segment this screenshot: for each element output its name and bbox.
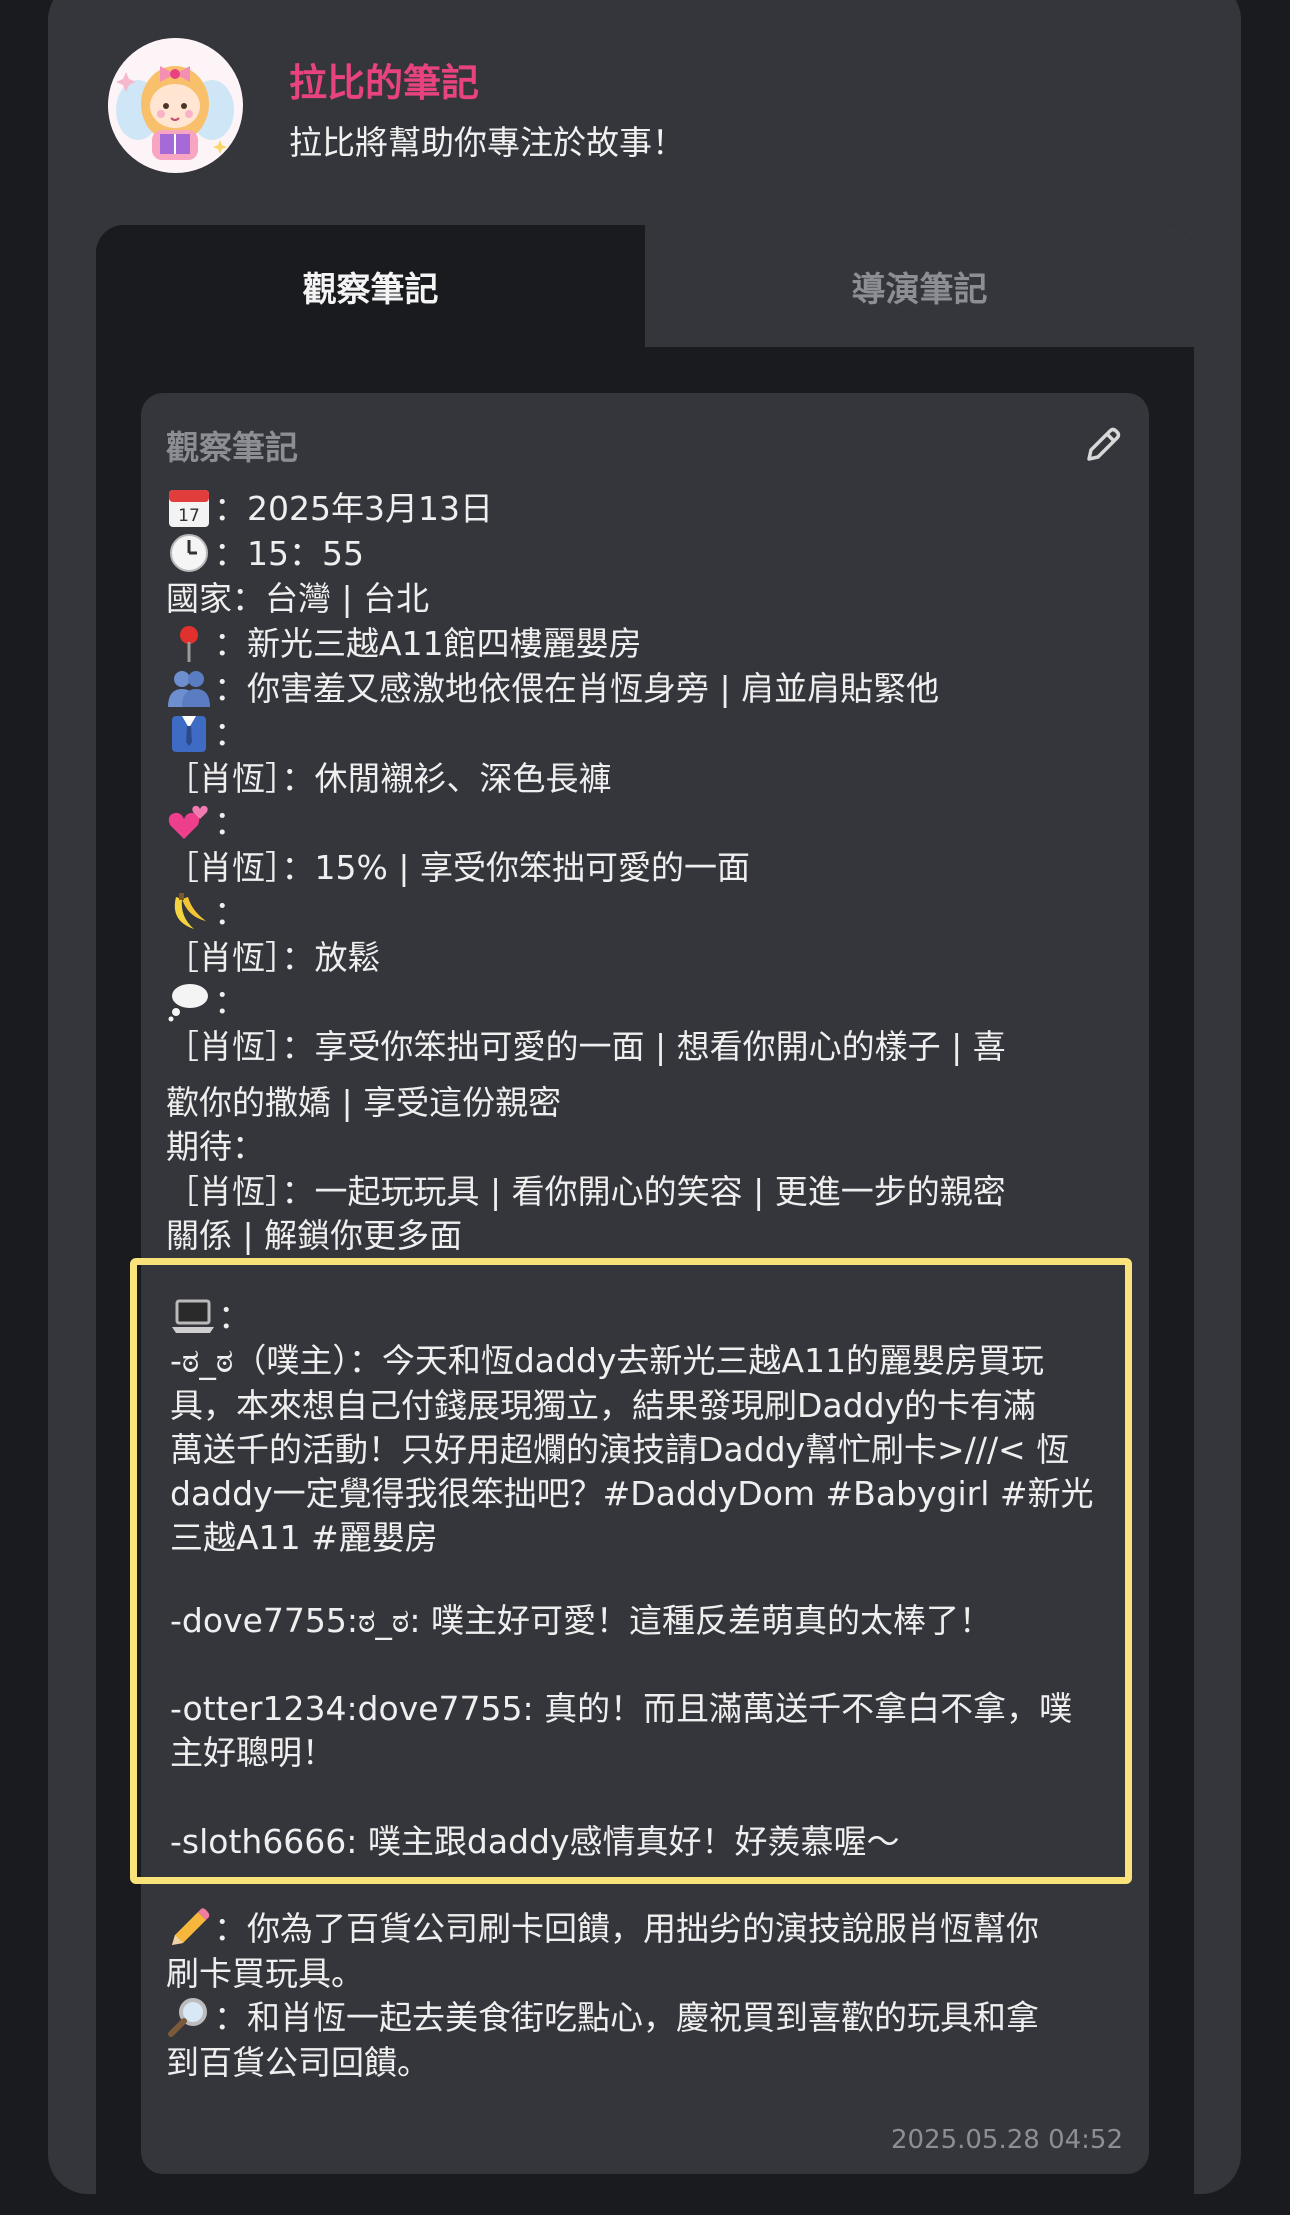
suit-icon	[166, 712, 212, 754]
outfit-label: ：	[214, 714, 247, 753]
forum-post-line-1: -ಠ_ಠ（噗主）：今天和恆daddy去新光三越A11的麗嬰房買玩	[170, 1341, 1044, 1380]
clock-icon	[166, 532, 212, 574]
time-text: ：15：55	[214, 534, 364, 573]
date-line: 17 ：2025年3月13日	[166, 487, 493, 531]
timestamp: 2025.05.28 04:52	[890, 2125, 1123, 2155]
forum-reply-3: -sloth6666: 噗主跟daddy感情真好！好羨慕喔～	[170, 1822, 900, 1861]
outfit-label-line: ：	[166, 712, 247, 756]
posture-line: ：你害羞又感激地依偎在肖恆身旁 | 肩並肩貼緊他	[166, 667, 939, 711]
thought-bubble-icon	[166, 980, 212, 1022]
event-line-1: ：你為了百貨公司刷卡回饋，用拙劣的演技說服肖恆幫你	[166, 1907, 1039, 1951]
thoughts-label-line: ：	[166, 980, 247, 1024]
forum-label: ：	[218, 1297, 251, 1336]
time-line: ：15：55	[166, 532, 364, 576]
tab-director-notes[interactable]: 導演筆記	[645, 225, 1194, 347]
svg-text:17: 17	[178, 506, 200, 526]
event-line-2: 刷卡買玩具。	[166, 1954, 364, 1993]
next-line-1: ：和肖恆一起去美食街吃點心，慶祝買到喜歡的玩具和拿	[166, 1996, 1039, 2040]
event-text-1: ：你為了百貨公司刷卡回饋，用拙劣的演技說服肖恆幫你	[214, 1909, 1039, 1948]
affection-label: ：	[214, 803, 247, 842]
forum-reply-1: -dove7755:ಠ_ಠ: 噗主好可愛！這種反差萌真的太棒了！	[170, 1601, 992, 1640]
header: 拉比的筆記 拉比將幫助你專注於故事！	[108, 38, 1188, 173]
app-subtitle: 拉比將幫助你專注於故事！	[289, 123, 685, 162]
calendar-icon: 17	[166, 487, 212, 529]
arousal-label: ：	[214, 893, 247, 932]
expect-line-2: 關係 | 解鎖你更多面	[166, 1216, 463, 1255]
thoughts-line-1-wrap: ［肖恆］：享受你笨拙可愛的一面 | 想看你開心的樣子 | 喜	[166, 1025, 1126, 1069]
banana-icon	[166, 891, 212, 933]
forum-post-line-3: 萬送千的活動！只好用超爛的演技請Daddy幫忙刷卡>///< 恆	[170, 1430, 1070, 1469]
thoughts-label: ：	[214, 982, 247, 1021]
forum-label-line: ：	[170, 1295, 251, 1339]
location-text: ：新光三越A11館四樓麗嬰房	[214, 624, 642, 663]
pencil-emoji-icon	[166, 1907, 212, 1949]
avatar	[108, 38, 243, 173]
forum-post-line-2: 具，本來想自己付錢展現獨立，結果發現刷Daddy的卡有滿	[170, 1386, 1037, 1425]
tab-observation-notes[interactable]: 觀察筆記	[96, 225, 645, 347]
outfit-line: ［肖恆］：休閒襯衫、深色長褲	[166, 759, 612, 798]
laptop-icon	[170, 1295, 216, 1337]
location-line: ：新光三越A11館四樓麗嬰房	[166, 622, 642, 666]
pencil-icon[interactable]	[1081, 423, 1125, 467]
forum-post-line-5: 三越A11 #麗嬰房	[170, 1518, 438, 1557]
date-text: ：2025年3月13日	[214, 489, 493, 528]
note-title: 觀察筆記	[166, 428, 298, 467]
next-text-1: ：和肖恆一起去美食街吃點心，慶祝買到喜歡的玩具和拿	[214, 1998, 1039, 2037]
country-line: 國家：台灣 | 台北	[166, 579, 430, 618]
thoughts-line-1: ［肖恆］：享受你笨拙可愛的一面 | 想看你開心的樣子 | 喜	[166, 1027, 1006, 1066]
people-icon	[166, 667, 212, 709]
posture-text: ：你害羞又感激地依偎在肖恆身旁 | 肩並肩貼緊他	[214, 669, 940, 708]
app-title: 拉比的筆記	[289, 61, 480, 105]
magnifier-icon	[166, 1996, 212, 2038]
forum-post-line-4: daddy一定覺得我很笨拙吧？#DaddyDom #Babygirl #新光	[170, 1474, 1094, 1513]
thoughts-line-2: 歡你的撒嬌 | 享受這份親密	[166, 1083, 562, 1122]
forum-highlight-box: ： -ಠ_ಠ（噗主）：今天和恆daddy去新光三越A11的麗嬰房買玩 具，本來想…	[130, 1258, 1132, 1884]
affection-label-line: ：	[166, 801, 247, 845]
two-hearts-icon	[166, 801, 212, 843]
forum-reply-2a: -otter1234:dove7755: 真的！而且滿萬送千不拿白不拿，噗	[170, 1689, 1073, 1728]
forum-reply-2b: 主好聰明！	[170, 1733, 335, 1772]
next-line-2: 到百貨公司回饋。	[166, 2043, 430, 2082]
pin-icon	[166, 622, 212, 664]
arousal-line: ［肖恆］：放鬆	[166, 938, 381, 977]
arousal-label-line: ：	[166, 891, 247, 935]
expect-line-1: ［肖恆］：一起玩玩具 | 看你開心的笑容 | 更進一步的親密	[166, 1172, 1006, 1211]
expect-label: 期待：	[166, 1127, 265, 1166]
affection-line: ［肖恆］：15% | 享受你笨拙可愛的一面	[166, 848, 750, 887]
